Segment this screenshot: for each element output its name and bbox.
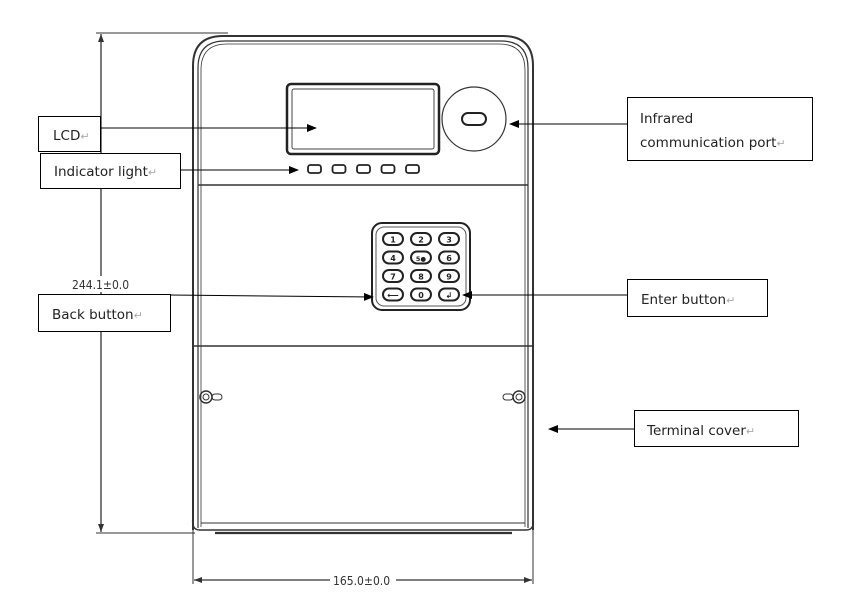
keypad-key-label: 2 [418,236,424,245]
keypad-key[interactable]: 8 [410,269,432,283]
width-dimension-label: 165.0±0.0 [333,574,390,588]
keypad-key[interactable]: 4 [382,250,404,265]
keypad-key[interactable]: 6 [438,250,460,265]
infrared-port-label: Infrared communication port↵ [627,97,813,161]
keypad-key-label: 8 [418,273,424,282]
keypad-key-label: 7 [390,273,396,282]
keypad-key-label: 1 [390,236,396,245]
indicator-light-label: Indicator light↵ [40,153,181,189]
indicator-light [380,164,396,174]
lcd-label: LCD↵ [38,116,101,152]
keypad-key-label: 0 [418,291,424,300]
meter-body [191,35,535,535]
keypad-key[interactable]: 2 [410,232,432,246]
keypad-key[interactable]: 3 [438,232,460,246]
return-mark: ↵ [147,166,158,179]
infrared-port [441,86,507,152]
screw-right [502,390,526,404]
keypad-key-label: ↲ [446,291,453,300]
keypad-key[interactable]: 0 [410,287,432,302]
keypad-key-label: 9 [446,273,452,282]
enter-key[interactable]: ↲ [438,287,460,302]
indicator-lights [307,164,420,174]
keypad-key[interactable]: 7 [382,269,404,283]
keypad-key-label: ⟵ [387,291,399,300]
screw-left [199,390,223,404]
lcd-screen [285,82,441,156]
keypad-key[interactable]: 1 [382,232,404,246]
keypad-key[interactable]: 9 [438,269,460,283]
keypad-key-label: 4 [390,254,396,263]
return-mark: ↵ [745,425,756,438]
return-mark: ↵ [726,294,736,307]
return-mark: ↵ [133,309,143,322]
enter-button-label: Enter button↵ [627,279,768,317]
keypad-key-label: 3 [446,236,452,245]
indicator-light [405,164,420,174]
back-button-label: Back button↵ [38,294,171,332]
keypad-key[interactable]: 5● [410,250,432,265]
keypad-key-label: 5● [416,255,427,263]
return-mark: ↵ [80,130,90,143]
indicator-light [331,164,347,174]
indicator-light [307,164,322,174]
height-dimension-label: 244.1±0.0 [72,278,129,292]
back-key[interactable]: ⟵ [382,287,404,302]
back-button-leader [169,292,374,301]
terminal-cover-label: Terminal cover↵ [634,410,799,447]
keypad: 1 2 3 4 5● 6 7 8 9 ⟵ 0 ↲ [371,222,471,311]
keypad-key-label: 6 [446,254,452,263]
indicator-light [356,164,371,174]
return-mark: ↵ [776,137,786,150]
